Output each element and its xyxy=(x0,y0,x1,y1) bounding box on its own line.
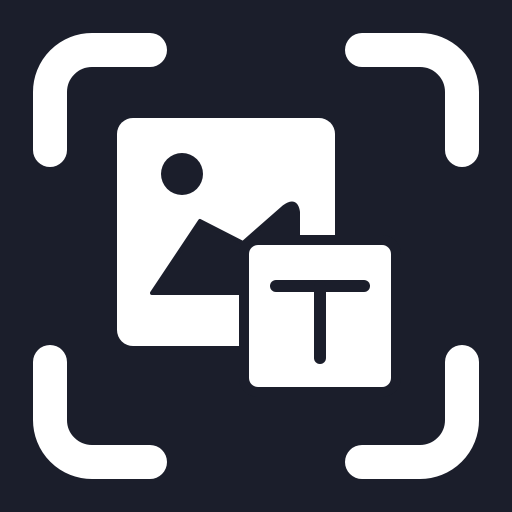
sun-circle xyxy=(161,153,203,195)
image-to-text-app-icon xyxy=(0,0,512,512)
text-t-icon xyxy=(239,235,401,397)
icon-graphic xyxy=(0,0,512,512)
